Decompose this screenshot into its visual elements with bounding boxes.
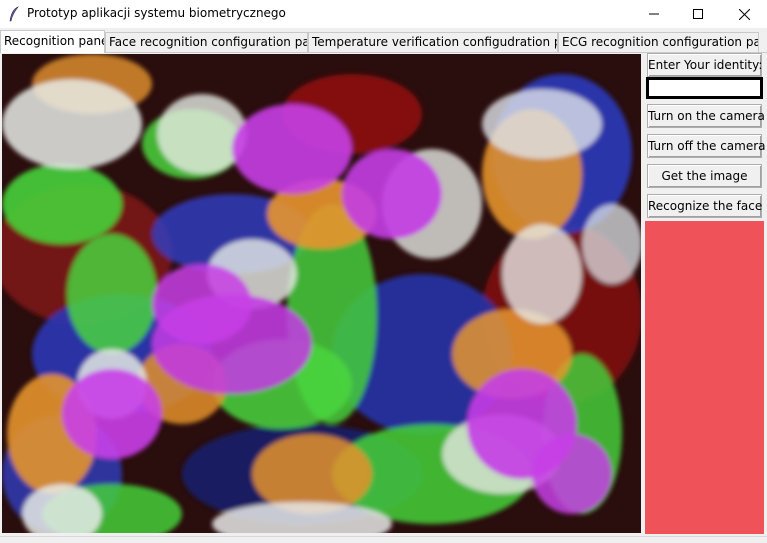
minimize-icon [649, 13, 659, 15]
title-bar: Prototyp aplikacji systemu biometryczneg… [0, 0, 767, 28]
close-icon [738, 8, 750, 20]
turn-on-camera-button[interactable]: Turn on the camera [647, 104, 765, 128]
maximize-icon [693, 9, 703, 19]
window-bottom-edge [0, 536, 767, 543]
tab-bar: Recognition panel Face recognition confi… [0, 30, 767, 53]
turn-off-camera-button[interactable]: Turn off the camera [647, 134, 766, 158]
recognition-status-panel [645, 221, 764, 534]
tab-face-recognition-configuration[interactable]: Face recognition configuration panel [105, 32, 308, 52]
close-button[interactable] [721, 0, 767, 28]
maximize-button[interactable] [675, 0, 721, 28]
identity-input[interactable] [646, 77, 763, 99]
feather-icon [9, 6, 19, 22]
tab-recognition-panel[interactable]: Recognition panel [0, 30, 105, 53]
identity-label: Enter Your identity: [647, 53, 762, 77]
camera-image [2, 54, 641, 533]
camera-image-content [2, 54, 641, 533]
get-image-button[interactable]: Get the image [647, 164, 762, 188]
recognize-face-button[interactable]: Recognize the face [647, 194, 762, 218]
tab-ecg-recognition-configuration[interactable]: ECG recognition configuration panel [558, 32, 759, 52]
window-title: Prototyp aplikacji systemu biometryczneg… [27, 6, 286, 20]
minimize-button[interactable] [631, 0, 677, 28]
tab-temperature-verification-configuration[interactable]: Temperature verification configudration … [308, 32, 558, 52]
